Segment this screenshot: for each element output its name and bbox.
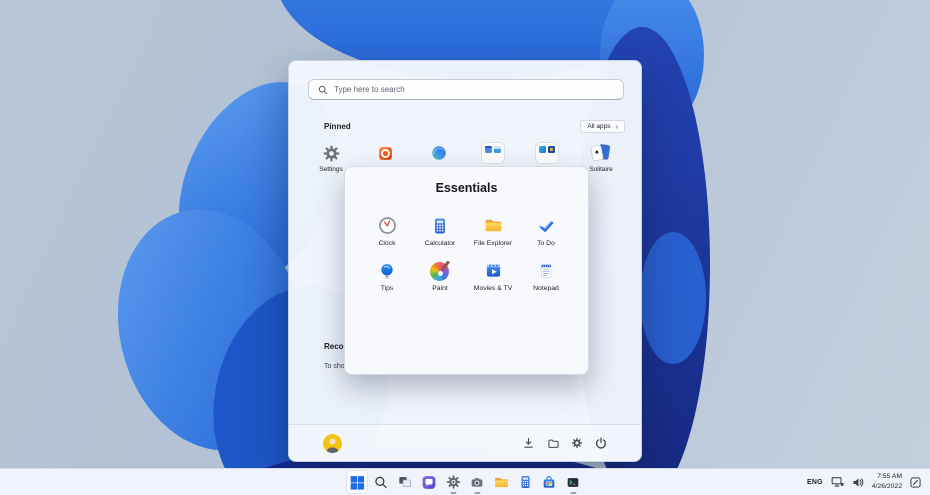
clock-icon bbox=[377, 214, 398, 237]
camera-button[interactable] bbox=[467, 470, 488, 494]
settings-gear-icon bbox=[445, 474, 461, 490]
taskbar-calculator-button[interactable] bbox=[515, 470, 536, 494]
folder-tile-photos-icon bbox=[536, 143, 558, 163]
folder-app-calculator[interactable]: Calculator bbox=[414, 214, 467, 247]
settings-gear-icon bbox=[322, 143, 341, 163]
running-indicator bbox=[570, 492, 576, 494]
documents-button[interactable] bbox=[546, 436, 559, 450]
essentials-folder-popup: Essentials Clock bbox=[344, 166, 589, 375]
movies-tv-icon bbox=[483, 259, 504, 282]
folder-icon bbox=[492, 474, 510, 491]
folder-app-label: Paint bbox=[432, 285, 448, 292]
paint-palette-icon bbox=[430, 259, 450, 282]
language-indicator[interactable]: ENG bbox=[807, 479, 823, 486]
file-explorer-folder-icon bbox=[483, 214, 504, 237]
tips-bulb-icon bbox=[377, 259, 397, 282]
folder-app-label: File Explorer bbox=[474, 240, 512, 247]
folder-app-label: Notepad bbox=[533, 285, 559, 292]
folder-app-label: Movies & TV bbox=[474, 285, 512, 292]
folder-app-movies-tv[interactable]: Movies & TV bbox=[467, 259, 520, 292]
office-icon bbox=[377, 143, 394, 163]
camera-icon bbox=[469, 475, 486, 490]
task-view-button[interactable] bbox=[395, 470, 416, 494]
chat-bubble-icon bbox=[421, 474, 438, 491]
folder-app-label: To Do bbox=[537, 240, 555, 247]
tray-time: 7:55 AM bbox=[872, 472, 902, 482]
desktop: Type here to search Pinned All apps › bbox=[0, 0, 930, 495]
chat-button[interactable] bbox=[419, 470, 440, 494]
folder-app-notepad[interactable]: Notepad bbox=[520, 259, 573, 292]
search-placeholder: Type here to search bbox=[334, 85, 405, 94]
search-icon bbox=[374, 475, 389, 490]
system-tray: ENG 7:55 AM 4/26/2022 bbox=[807, 469, 921, 495]
store-button[interactable] bbox=[539, 470, 560, 494]
settings-button[interactable] bbox=[570, 436, 583, 450]
todo-check-icon bbox=[536, 214, 556, 237]
download-icon bbox=[523, 437, 534, 449]
pinned-app-label: Solitaire bbox=[589, 166, 612, 173]
user-avatar[interactable] bbox=[323, 434, 342, 453]
folder-app-label: Tips bbox=[381, 285, 394, 292]
taskbar: ENG 7:55 AM 4/26/2022 bbox=[0, 468, 930, 495]
folder-app-file-explorer[interactable]: File Explorer bbox=[467, 214, 520, 247]
volume-icon[interactable] bbox=[852, 477, 864, 488]
store-bag-icon bbox=[541, 474, 558, 491]
notepad-icon bbox=[536, 259, 556, 282]
terminal-icon bbox=[565, 475, 582, 490]
pinned-app-label: Settings bbox=[319, 166, 343, 173]
folder-app-label: Clock bbox=[379, 240, 396, 247]
taskbar-settings-button[interactable] bbox=[443, 470, 464, 494]
power-icon bbox=[595, 437, 607, 449]
folder-app-todo[interactable]: To Do bbox=[520, 214, 573, 247]
edge-icon bbox=[430, 143, 448, 163]
folder-tile-mail-calendar-icon bbox=[482, 143, 504, 163]
folder-grid: Clock Calcul bbox=[345, 214, 588, 292]
running-indicator bbox=[474, 492, 480, 494]
all-apps-label: All apps bbox=[587, 123, 610, 130]
folder-icon bbox=[547, 438, 559, 449]
chevron-right-icon: › bbox=[616, 122, 619, 131]
taskbar-center-icons bbox=[347, 469, 584, 495]
downloads-button[interactable] bbox=[522, 436, 535, 450]
folder-app-paint[interactable]: Paint bbox=[414, 259, 467, 292]
solitaire-icon: ♠ bbox=[591, 143, 611, 163]
calculator-icon bbox=[430, 214, 450, 237]
folder-app-clock[interactable]: Clock bbox=[361, 214, 414, 247]
folder-app-label: Calculator bbox=[425, 240, 456, 247]
pinned-header: Pinned All apps › bbox=[324, 119, 625, 133]
terminal-button[interactable] bbox=[563, 470, 584, 494]
power-button[interactable] bbox=[594, 436, 607, 450]
pinned-title: Pinned bbox=[324, 122, 351, 131]
running-indicator bbox=[450, 492, 456, 494]
start-button[interactable] bbox=[347, 470, 368, 494]
task-view-icon bbox=[397, 474, 414, 490]
search-icon bbox=[318, 85, 328, 95]
clock[interactable]: 7:55 AM 4/26/2022 bbox=[872, 472, 902, 492]
gear-icon bbox=[571, 437, 583, 449]
folder-title: Essentials bbox=[345, 181, 588, 195]
taskbar-file-explorer-button[interactable] bbox=[491, 470, 512, 494]
tray-date: 4/26/2022 bbox=[872, 482, 902, 492]
folder-app-tips[interactable]: Tips bbox=[361, 259, 414, 292]
network-icon[interactable] bbox=[831, 476, 844, 488]
search-input[interactable]: Type here to search bbox=[308, 79, 624, 100]
start-menu: Type here to search Pinned All apps › bbox=[288, 60, 642, 462]
all-apps-button[interactable]: All apps › bbox=[580, 120, 625, 133]
footer-actions bbox=[522, 436, 607, 450]
start-menu-footer bbox=[289, 424, 641, 461]
taskbar-search-button[interactable] bbox=[371, 470, 392, 494]
windows-logo-icon bbox=[349, 474, 366, 491]
pen-icon[interactable] bbox=[910, 477, 921, 488]
calculator-icon bbox=[517, 474, 533, 490]
